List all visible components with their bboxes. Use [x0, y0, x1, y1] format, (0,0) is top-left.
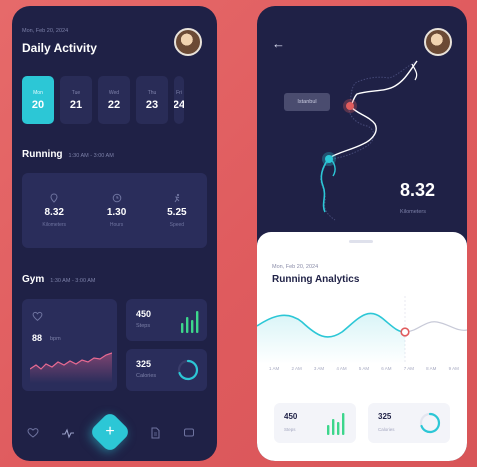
heart-rate-value: 88	[32, 333, 43, 343]
time-label: 7 AM	[403, 366, 414, 371]
add-button[interactable]: +	[88, 410, 132, 454]
day-number: 24	[174, 98, 184, 111]
day-name: Mon	[33, 89, 43, 96]
running-title: Running	[22, 149, 63, 160]
day-name: Fri	[176, 89, 182, 96]
steps-value: 450	[284, 412, 298, 421]
day-card-tue[interactable]: Tue 21	[60, 76, 92, 124]
avatar[interactable]	[174, 28, 202, 56]
day-selector: Mon 20 Tue 21 Wed 22 Thu 23 Fri 24	[22, 76, 184, 124]
day-name: Wed	[108, 89, 120, 96]
map-location-label: Istanbul	[284, 93, 330, 111]
day-name: Tue	[71, 89, 81, 96]
day-number: 20	[31, 98, 45, 111]
progress-ring-icon	[177, 359, 199, 381]
run-icon	[174, 193, 180, 203]
page-title: Daily Activity	[22, 41, 97, 55]
plus-icon: +	[105, 423, 115, 440]
activity-icon[interactable]	[62, 427, 74, 439]
running-section-header: Running 1:30 AM - 3:00 AM	[22, 149, 114, 160]
stat-speed: 5.25 Speed	[167, 193, 187, 228]
time-label: 4 AM	[336, 366, 347, 371]
running-analytics-screen: ← Istanbul 8.32 Kilometers Mon, Feb 20, …	[257, 6, 467, 461]
time-axis: 1 AM 2 AM 3 AM 4 AM 5 AM 6 AM 7 AM 8 AM …	[269, 366, 459, 371]
day-number: 23	[145, 98, 159, 111]
calories-card[interactable]: 325 Calories	[368, 403, 450, 443]
day-card-fri[interactable]: Fri 24	[174, 76, 184, 124]
bar-chart-icon	[181, 311, 199, 333]
calories-label: Calories	[378, 427, 395, 432]
progress-ring-icon	[419, 412, 441, 434]
calories-value: 325	[378, 412, 392, 421]
back-arrow-icon[interactable]: ←	[272, 36, 285, 51]
distance-label: Kilometers	[400, 209, 426, 215]
running-stats-card[interactable]: 8.32 Kilometers 1.30 Hours 5.25 Speed	[22, 173, 207, 248]
document-icon[interactable]	[149, 427, 161, 439]
gym-time: 1:30 AM - 3:00 AM	[50, 278, 96, 284]
calories-card[interactable]: 325 Calories	[126, 349, 207, 391]
heart-rate-sparkline	[30, 352, 112, 383]
time-label: 2 AM	[291, 366, 302, 371]
stat-value: 8.32	[44, 207, 64, 218]
heart-rate-unit: bpm	[50, 336, 61, 342]
avatar[interactable]	[424, 28, 452, 56]
running-time: 1:30 AM - 3:00 AM	[68, 153, 114, 159]
gym-section-header: Gym 1:30 AM - 3:00 AM	[22, 274, 95, 285]
day-card-wed[interactable]: Wed 22	[98, 76, 130, 124]
stat-value: 5.25	[167, 207, 187, 218]
analytics-title: Running Analytics	[272, 274, 360, 285]
clock-icon	[112, 193, 121, 203]
day-number: 21	[69, 98, 83, 111]
steps-card[interactable]: 450 Steps	[126, 299, 207, 341]
location-pin-icon	[50, 193, 58, 203]
stat-value: 1.30	[106, 207, 127, 218]
stat-label: Hours	[109, 222, 124, 228]
stat-distance: 8.32 Kilometers	[42, 193, 66, 228]
day-card-mon[interactable]: Mon 20	[22, 76, 54, 124]
day-card-thu[interactable]: Thu 23	[136, 76, 168, 124]
day-name: Thu	[147, 89, 157, 96]
calories-label: Calories	[136, 373, 157, 379]
stat-label: Kilometers	[42, 222, 67, 228]
chat-icon[interactable]	[183, 427, 195, 439]
time-label: 6 AM	[381, 366, 392, 371]
drag-handle[interactable]	[349, 240, 373, 243]
daily-activity-screen: Mon, Feb 20, 2024 Daily Activity Mon 20 …	[12, 6, 217, 461]
stat-duration: 1.30 Hours	[107, 193, 126, 228]
heart-rate-card[interactable]: 88 bpm	[22, 299, 117, 391]
current-date: Mon, Feb 20, 2024	[22, 28, 69, 34]
day-number: 22	[107, 98, 121, 111]
steps-value: 450	[136, 309, 152, 319]
heart-icon	[32, 311, 43, 321]
bottom-navigation: +	[12, 410, 217, 461]
running-wave-chart	[257, 296, 467, 364]
distance-value: 8.32	[400, 180, 436, 200]
time-label: 9 AM	[448, 366, 459, 371]
analytics-date: Mon, Feb 20, 2024	[272, 264, 319, 270]
stat-label: Speed	[169, 222, 185, 228]
time-label: 8 AM	[426, 366, 437, 371]
steps-label: Steps	[136, 323, 151, 329]
gym-title: Gym	[22, 274, 45, 285]
bar-chart-icon	[327, 413, 345, 435]
steps-label: Steps	[284, 427, 296, 432]
heart-pulse-icon[interactable]	[27, 427, 39, 439]
steps-card[interactable]: 450 Steps	[274, 403, 356, 443]
time-label: 3 AM	[313, 366, 325, 371]
time-label: 1 AM	[269, 366, 280, 371]
calories-value: 325	[136, 359, 152, 369]
time-label: 5 AM	[358, 366, 370, 371]
